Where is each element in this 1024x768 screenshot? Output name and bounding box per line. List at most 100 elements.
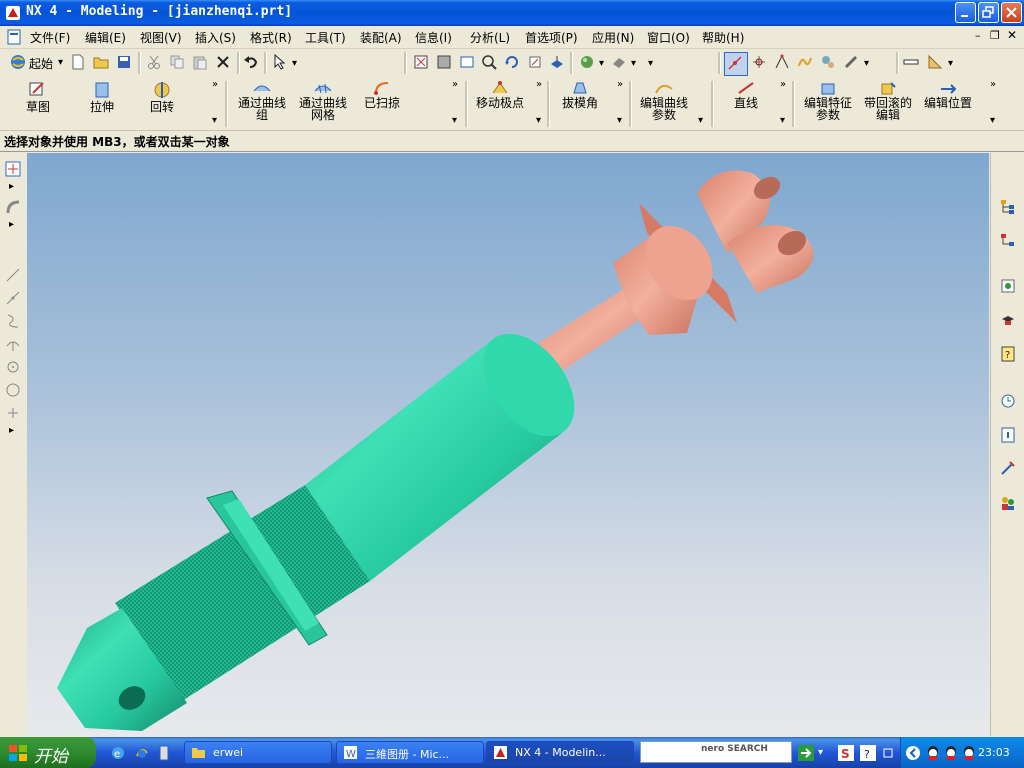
restore-button[interactable] [978,2,999,23]
detail-group-dropdown-icon[interactable]: ▾ [617,115,622,126]
edit-feature-parameters-button[interactable]: 编辑特征 参数 [800,81,856,121]
graphics-window[interactable] [27,153,989,736]
menu-edit[interactable]: 编辑(E) [85,29,126,46]
shaded-dropdown-icon[interactable]: ▾ [631,58,636,69]
render-dropdown-icon[interactable]: ▾ [599,58,604,69]
render-style-icon[interactable] [579,54,595,70]
menu-application[interactable]: 应用(N) [592,29,634,46]
layer-dropdown-icon[interactable]: ▾ [948,58,953,69]
history-icon[interactable] [1000,278,1016,294]
analysis-dropdown-icon[interactable]: ▾ [864,58,869,69]
rod-end-clevis[interactable] [613,170,814,336]
menu-window[interactable]: 窗口(O) [647,29,690,46]
quicklaunch-browser-icon[interactable] [134,745,150,761]
sogou-icon[interactable]: S [838,745,854,761]
layer-icon[interactable] [903,54,919,70]
snap-point-icon[interactable] [727,55,743,71]
draft-button[interactable]: 拔模角 [558,81,602,109]
select-dropdown-icon[interactable]: ▾ [292,58,297,69]
menu-help[interactable]: 帮助(H) [702,29,744,46]
line-button[interactable]: 直线 [728,81,764,109]
feature-group-expand-icon[interactable]: » [212,79,218,90]
close-button[interactable] [1001,2,1022,23]
roles-icon[interactable] [1000,313,1016,329]
sketch-button[interactable]: 草图 [18,81,58,113]
tray-qq-2-icon[interactable] [943,745,959,761]
start-button[interactable]: 开始 [0,737,96,768]
menu-format[interactable]: 格式(R) [250,29,292,46]
menu-tools[interactable]: 工具(T) [305,29,346,46]
revolve-button[interactable]: 回转 [142,81,182,113]
task-erwei[interactable]: erwei [184,741,332,764]
nero-search-box[interactable]: nero SEARCH [640,741,792,763]
open-icon[interactable] [93,54,109,70]
quicklaunch-app-icon[interactable] [156,745,172,761]
start-dropdown-icon[interactable]: ▾ [58,57,63,68]
left-expand-1-icon[interactable]: ▸ [9,181,14,192]
save-icon[interactable] [116,54,132,70]
zoom-in-out-icon[interactable] [481,54,497,70]
sweep-tool-icon[interactable] [5,199,21,215]
tray-qq-icon[interactable] [925,745,941,761]
minimize-button[interactable] [955,2,976,23]
freeform-group-dropdown-icon[interactable]: ▾ [536,115,541,126]
curve-group-expand-icon[interactable]: » [780,79,786,90]
left-expand-3-icon[interactable]: ▸ [9,425,14,436]
help-icon[interactable]: ? [1000,346,1016,362]
through-curves-button[interactable]: 通过曲线 组 [234,81,290,121]
through-curve-mesh-button[interactable]: 通过曲线 网格 [295,81,351,121]
delete-icon[interactable] [215,54,231,70]
spline-tool-icon[interactable] [5,313,21,329]
info-window-icon[interactable] [1000,427,1016,443]
circle-tool-icon[interactable] [5,382,21,398]
quicklaunch-ie-icon[interactable]: e [110,745,126,761]
menu-information[interactable]: 信息(I) [415,29,452,46]
point-tool-icon[interactable] [5,405,21,421]
tool-icon[interactable] [843,54,859,70]
edit-position-button[interactable]: 编辑位置 [920,81,976,109]
menu-analysis[interactable]: 分析(L) [470,29,510,46]
paste-icon[interactable] [192,54,208,70]
edit-with-rollback-button[interactable]: 带回滚的 编辑 [860,81,916,121]
datum-icon[interactable] [751,54,767,70]
ruler-icon[interactable] [927,54,943,70]
measure-icon[interactable] [774,54,790,70]
menu-view[interactable]: 视图(V) [140,29,182,46]
zoom-window-icon[interactable] [436,54,452,70]
line-tool-icon[interactable] [5,267,21,283]
freeform-group-expand-icon[interactable]: » [536,79,542,90]
move-pole-button[interactable]: 移动极点 [472,81,528,109]
edit-feature-group-dropdown-icon[interactable]: ▾ [990,115,995,126]
curve-group-dropdown-icon[interactable]: ▾ [780,115,785,126]
start-button[interactable]: 起始 [29,55,53,72]
clock-icon[interactable] [1000,393,1016,409]
cut-icon[interactable] [146,54,162,70]
swept-button[interactable]: 已扫掠 [360,81,404,109]
detail-group-expand-icon[interactable]: » [617,79,623,90]
surface-group-dropdown-icon[interactable]: ▾ [452,115,457,126]
cylinder-body[interactable] [305,317,593,581]
new-icon[interactable] [70,54,86,70]
mdi-minimize-icon[interactable]: – [975,29,981,42]
extrude-button[interactable]: 拉伸 [82,81,122,113]
edit-curve-parameters-button[interactable]: 编辑曲线 参数 [636,81,692,121]
arc-tool-icon[interactable] [5,336,21,352]
shaded-view-icon[interactable] [611,54,627,70]
feature-group-dropdown-icon[interactable]: ▾ [212,115,217,126]
task-nx-modeling[interactable]: NX 4 - Modelin... [486,741,634,764]
fit-icon[interactable] [413,54,429,70]
edit-feature-group-expand-icon[interactable]: » [990,79,996,90]
pan-icon[interactable] [527,54,543,70]
go-arrow-icon[interactable] [798,745,814,761]
select-filter-icon[interactable] [272,54,288,70]
tray-qq-3-icon[interactable] [961,745,977,761]
line-tool-2-icon[interactable] [5,290,21,306]
menu-file[interactable]: 文件(F) [30,29,70,46]
menu-preferences[interactable]: 首选项(P) [525,29,578,46]
task-word-doc[interactable]: W 三維图册 - Mic... [336,741,484,764]
document-icon[interactable] [6,29,22,45]
rotate-icon[interactable] [504,54,520,70]
copy-icon[interactable] [169,54,185,70]
toolbar-options-icon[interactable]: ▾ [648,58,653,69]
analysis-icon[interactable] [820,54,836,70]
